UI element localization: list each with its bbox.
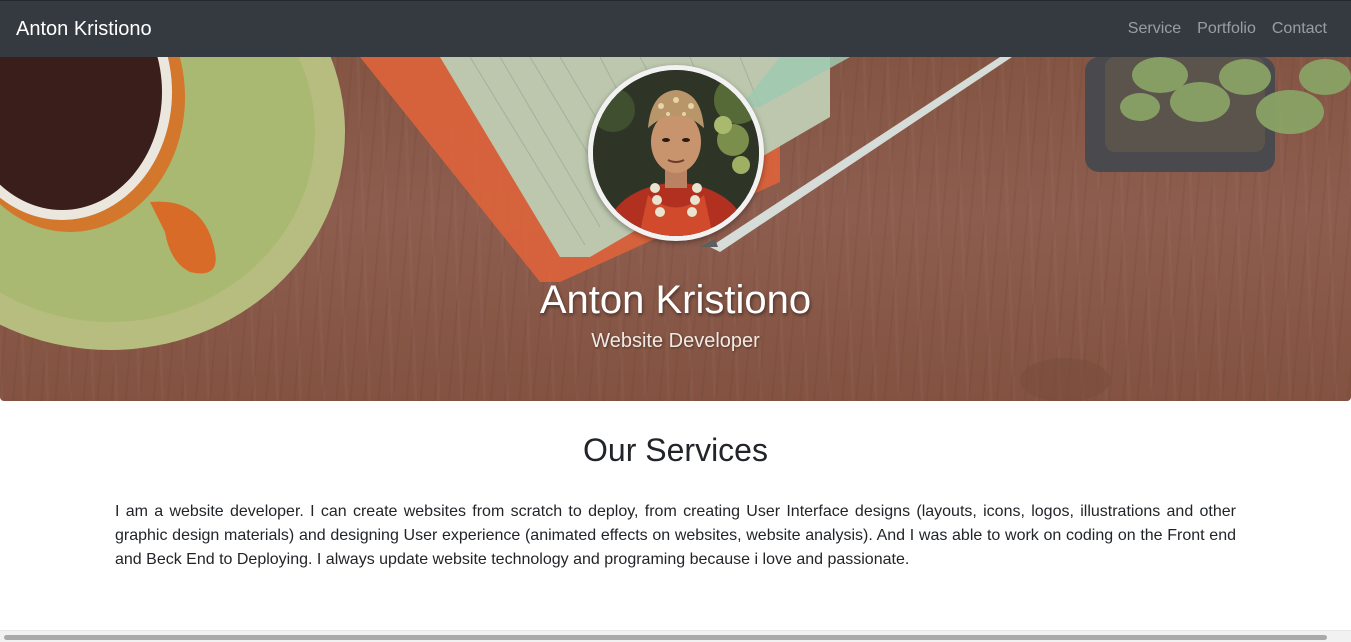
- navbar: Anton Kristiono Service Portfolio Contac…: [0, 0, 1351, 57]
- services-description: I am a website developer. I can create w…: [115, 503, 1236, 568]
- hero-banner: Anton Kristiono Website Developer: [0, 57, 1351, 401]
- nav-link-service[interactable]: Service: [1120, 20, 1189, 38]
- scrollbar-thumb[interactable]: [4, 635, 1327, 640]
- brand-link[interactable]: Anton Kristiono: [16, 19, 152, 39]
- hero-name: Anton Kristiono: [539, 278, 812, 322]
- nav-links: Service Portfolio Contact: [1120, 20, 1335, 38]
- avatar: [588, 65, 764, 241]
- nav-link-contact[interactable]: Contact: [1264, 20, 1335, 38]
- hero-role: Website Developer: [591, 330, 760, 352]
- horizontal-scrollbar[interactable]: [0, 630, 1351, 642]
- services-title: Our Services: [583, 432, 768, 468]
- nav-link-portfolio[interactable]: Portfolio: [1189, 20, 1264, 38]
- profile-photo-image: [593, 70, 759, 236]
